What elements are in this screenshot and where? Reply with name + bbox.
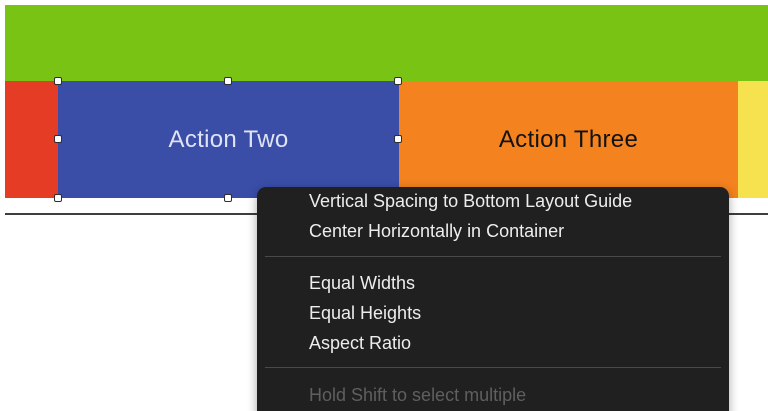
yellow-view[interactable] (738, 81, 768, 198)
menu-hint-hold-shift: Hold Shift to select multiple (309, 385, 527, 405)
resize-handle-top-left[interactable] (54, 77, 62, 85)
resize-handle-middle-right[interactable] (394, 135, 402, 143)
menu-separator (265, 256, 721, 257)
resize-handle-top-center[interactable] (224, 77, 232, 85)
resize-handle-top-right[interactable] (394, 77, 402, 85)
interface-builder-canvas: Action Two Action Three Vertical Spacing… (0, 0, 768, 411)
menu-item-equal-widths[interactable]: Equal Widths (309, 271, 415, 295)
resize-handle-bottom-center[interactable] (224, 194, 232, 202)
resize-handle-bottom-left[interactable] (54, 194, 62, 202)
red-view[interactable] (5, 81, 58, 198)
action-two-button[interactable]: Action Two (58, 81, 399, 198)
action-three-button[interactable]: Action Three (399, 81, 738, 198)
menu-item-aspect-ratio[interactable]: Aspect Ratio (309, 331, 411, 355)
menu-item-vertical-spacing[interactable]: Vertical Spacing to Bottom Layout Guide (309, 189, 632, 213)
menu-item-equal-heights[interactable]: Equal Heights (309, 301, 421, 325)
menu-item-center-horizontally[interactable]: Center Horizontally in Container (309, 219, 564, 243)
green-view[interactable] (5, 5, 768, 81)
action-three-label: Action Three (498, 125, 639, 153)
menu-separator (265, 367, 721, 368)
constraint-context-menu: Vertical Spacing to Bottom Layout Guide … (257, 187, 729, 411)
action-two-label: Action Two (168, 125, 289, 153)
resize-handle-middle-left[interactable] (54, 135, 62, 143)
